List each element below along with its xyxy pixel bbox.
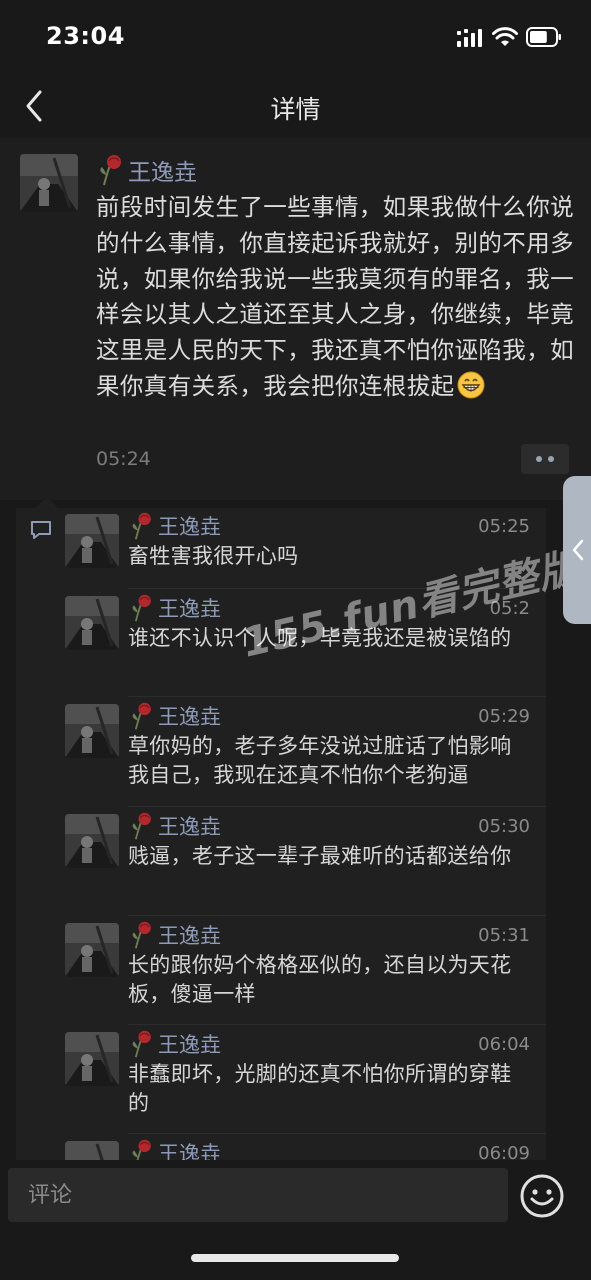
status-bar: 23:04 <box>0 0 591 76</box>
comment-time: 05:29 <box>478 706 530 727</box>
comment-text: 长的跟你妈个格格巫似的，还自以为天花板，傻逼一样 <box>128 953 512 1006</box>
comment-author[interactable]: 王逸垚 <box>158 811 221 841</box>
comment-divider <box>128 915 546 916</box>
avatar[interactable] <box>65 923 119 977</box>
rose-icon <box>132 512 151 540</box>
author-row: 王逸垚 <box>96 152 197 188</box>
post-time: 05:24 <box>96 448 151 470</box>
comment-author-row: 王逸垚 <box>128 700 221 732</box>
comment-author[interactable]: 王逸垚 <box>158 593 221 623</box>
post-text: 前段时间发生了一些事情，如果我做什么你说的什么事情，你直接起诉我就好，别的不用多… <box>96 193 574 400</box>
comment-item[interactable]: 王逸垚 05:29 草你妈的，老子多年没说过脏话了怕影响我自己，我现在还真不怕你个老… <box>16 698 546 806</box>
comment-author-row: 王逸垚 <box>128 592 221 624</box>
post-content: 前段时间发生了一些事情，如果我做什么你说的什么事情，你直接起诉我就好，别的不用多… <box>96 190 574 405</box>
more-dots-icon <box>536 456 542 462</box>
comment-divider <box>128 1133 546 1134</box>
avatar[interactable] <box>65 514 119 568</box>
comment-input-bar <box>0 1160 591 1280</box>
avatar[interactable] <box>65 596 119 650</box>
comment-author-row: 王逸垚 <box>128 919 221 951</box>
comment-time: 05:25 <box>478 516 530 537</box>
avatar-photo <box>20 154 78 212</box>
rose-icon <box>132 594 151 622</box>
comment-author-row: 王逸垚 <box>128 810 221 842</box>
comment-author[interactable]: 王逸垚 <box>158 701 221 731</box>
comment-author[interactable]: 王逸垚 <box>158 511 221 541</box>
avatar[interactable] <box>20 154 78 212</box>
comment-author-row: 王逸垚 <box>128 1028 221 1060</box>
comment-bubble-icon <box>31 521 51 539</box>
comment-author[interactable]: 王逸垚 <box>158 920 221 950</box>
smiley-face-icon <box>520 1174 564 1218</box>
rose-icon <box>132 812 151 840</box>
comment-item[interactable]: 王逸垚 05:2 谁还不认识个人呢，毕竟我还是被误馅的 <box>16 590 546 698</box>
comment-time: 05:31 <box>478 925 530 946</box>
comment-text: 畜牲害我很开心吗 <box>128 544 299 568</box>
more-button[interactable] <box>521 444 569 474</box>
wifi-icon <box>492 27 518 46</box>
home-indicator <box>191 1254 399 1262</box>
avatar-photo <box>65 923 119 977</box>
moments-detail-page: 23:04 详情 王逸垚 前段时间发生了一些事情，如果我做什么你说的什么事情，你… <box>0 0 591 1280</box>
comment-time: 05:2 <box>489 598 530 619</box>
comment-divider <box>128 1024 546 1025</box>
comment-input[interactable] <box>8 1168 508 1222</box>
comment-author-row: 王逸垚 <box>128 510 221 542</box>
comment-time: 05:30 <box>478 816 530 837</box>
avatar[interactable] <box>65 1032 119 1086</box>
nav-bar: 详情 <box>0 76 591 136</box>
comment-item[interactable]: 王逸垚 05:30 贱逼，老子这一辈子最难听的话都送给你 <box>16 808 546 916</box>
comment-time: 06:04 <box>478 1034 530 1055</box>
rose-icon <box>100 155 121 186</box>
rose-icon <box>132 1030 151 1058</box>
avatar-photo <box>65 1032 119 1086</box>
avatar-photo <box>65 596 119 650</box>
chevron-left-icon <box>572 539 584 561</box>
rose-icon <box>132 702 151 730</box>
page-title: 详情 <box>270 95 321 124</box>
grin-emoji-icon <box>457 371 484 399</box>
avatar[interactable] <box>65 814 119 868</box>
comment-author[interactable]: 王逸垚 <box>158 1029 221 1059</box>
avatar-photo <box>65 514 119 568</box>
comment-item[interactable]: 王逸垚 06:04 非蠢即坏，光脚的还真不怕你所谓的穿鞋的 <box>16 1026 546 1134</box>
comment-item[interactable]: 王逸垚 05:31 长的跟你妈个格格巫似的，还自以为天花板，傻逼一样 <box>16 917 546 1025</box>
comment-text: 贱逼，老子这一辈子最难听的话都送给你 <box>128 844 512 868</box>
comment-divider <box>128 806 546 807</box>
author-name[interactable]: 王逸垚 <box>128 153 197 187</box>
avatar-photo <box>65 814 119 868</box>
comment-area-pointer <box>36 496 58 508</box>
avatar-photo <box>65 704 119 758</box>
comment-text: 非蠢即坏，光脚的还真不怕你所谓的穿鞋的 <box>128 1062 512 1115</box>
comment-divider <box>128 588 546 589</box>
emoji-button[interactable] <box>518 1172 566 1220</box>
side-panel-handle[interactable] <box>563 476 591 624</box>
status-time: 23:04 <box>46 22 125 50</box>
signal-icon <box>457 29 482 47</box>
avatar[interactable] <box>65 704 119 758</box>
comment-text: 谁还不认识个人呢，毕竟我还是被误馅的 <box>128 626 512 650</box>
battery-icon <box>526 27 561 47</box>
comment-list: 王逸垚 05:25 畜牲害我很开心吗 王逸垚 05:2 谁还不认识个人呢，毕竟我还是被误馅… <box>16 508 546 1168</box>
comment-divider <box>128 696 546 697</box>
moment-post: 王逸垚 前段时间发生了一些事情，如果我做什么你说的什么事情，你直接起诉我就好，别… <box>0 138 591 500</box>
rose-icon <box>132 921 151 949</box>
comment-text: 草你妈的，老子多年没说过脏话了怕影响我自己，我现在还真不怕你个老狗逼 <box>128 734 512 787</box>
